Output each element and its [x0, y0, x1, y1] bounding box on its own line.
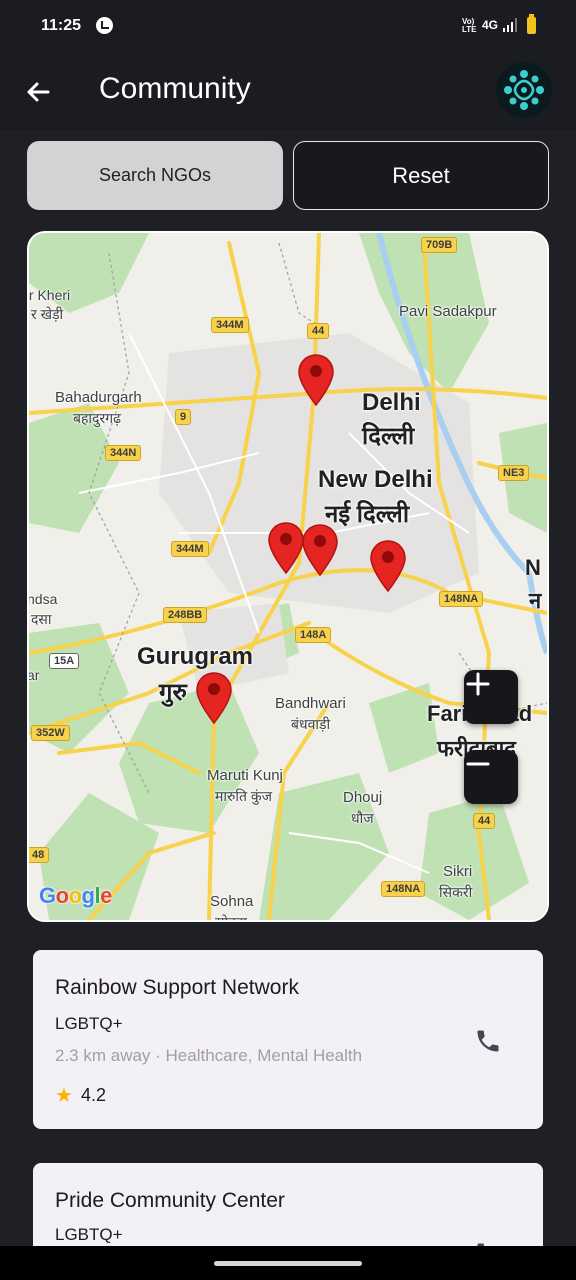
- call-button[interactable]: [471, 1024, 505, 1058]
- ngo-location-pin-icon[interactable]: [267, 521, 305, 575]
- home-gesture-handle[interactable]: [214, 1261, 362, 1266]
- map-label-sikri-en: Sikri: [443, 863, 473, 880]
- road-shield: 344N: [105, 445, 142, 461]
- google-logo: Google: [39, 883, 112, 908]
- map-label-kheri-hi: र खेड़ी: [31, 306, 64, 322]
- ngo-location-pin-icon[interactable]: [297, 353, 335, 407]
- ngo-location-pin-icon[interactable]: [301, 523, 339, 577]
- system-nav-bar: [0, 1246, 576, 1280]
- road-shield: 344M: [211, 317, 249, 333]
- map-label-marutikunj-en: Maruti Kunj: [207, 767, 283, 784]
- star-icon: ★: [55, 1085, 73, 1107]
- road-shield: 148NA: [439, 591, 484, 607]
- road-shield: 352W: [31, 725, 70, 741]
- ngo-category: LGBTQ+: [55, 1014, 123, 1033]
- ngo-category: LGBTQ+: [55, 1225, 123, 1244]
- road-shield: 44: [307, 323, 330, 339]
- map-label-sikri-hi: सिकरी: [439, 884, 473, 900]
- map-label-kheri-en: ır Kheri: [27, 287, 71, 303]
- map-label-bandhwari-hi: बंधवाड़ी: [291, 716, 331, 732]
- map-label-ndsa-en: ndsa: [27, 591, 58, 607]
- road-shield: 48: [29, 847, 50, 863]
- map-view[interactable]: ır Kheri र खेड़ी Pavi Sadakpur Bahadurga…: [27, 231, 549, 922]
- map-label-ndsa-hi: दसा: [31, 611, 52, 627]
- map-background: [29, 233, 547, 920]
- app-bar: Community: [0, 54, 576, 130]
- map-label-gurugram-en: Gurugram: [137, 643, 254, 670]
- search-ngos-button[interactable]: Search NGOs: [27, 141, 283, 210]
- signal-icon: [503, 18, 517, 32]
- notification-app-icon: [96, 17, 113, 34]
- map-label-dhouj-hi: धौज: [351, 810, 374, 826]
- map-label-sohna-en: Sohna: [210, 893, 254, 910]
- map-label-gurugram-hi: गुरु: [159, 679, 187, 706]
- map-label-n-en: N: [525, 555, 541, 580]
- content-area: Search NGOs Reset ır Kheri र खेड़ी Pavi …: [0, 130, 576, 1246]
- ngo-name: Pride Community Center: [55, 1189, 285, 1212]
- minus-icon: [466, 762, 490, 766]
- ngo-card[interactable]: Pride Community Center LGBTQ+: [33, 1163, 543, 1246]
- arrow-left-icon: [27, 82, 50, 102]
- zoom-out-button[interactable]: [464, 750, 518, 804]
- ngo-rating-value: 4.2: [80, 1085, 106, 1105]
- community-logo-icon[interactable]: [496, 62, 552, 118]
- map-label-marutikunj-hi: मारुति कुंज: [215, 788, 273, 804]
- back-button[interactable]: [20, 74, 56, 110]
- map-label-n-hi: न: [529, 588, 542, 613]
- phone-icon: [477, 1030, 499, 1052]
- reset-button[interactable]: Reset: [293, 141, 549, 210]
- road-shield: 9: [175, 409, 192, 425]
- map-label-delhi-hi: दिल्ली: [362, 423, 415, 450]
- zoom-in-button[interactable]: [464, 670, 518, 724]
- ngo-meta: 2.3 km away · Healthcare, Mental Health: [55, 1046, 363, 1065]
- map-label-newdelhi-en: New Delhi: [318, 466, 433, 493]
- map-label-pavi: Pavi Sadakpur: [399, 303, 497, 320]
- map-label-bandhwari-en: Bandhwari: [275, 695, 346, 712]
- map-label-delhi-en: Delhi: [362, 389, 421, 416]
- map-label-bahadurgarh-hi: बहादुरगढ़: [73, 410, 121, 426]
- call-button[interactable]: [471, 1237, 505, 1246]
- ngo-rating: ★ 4.2: [55, 1083, 106, 1108]
- road-shield: NE3: [498, 465, 530, 481]
- ngo-location-pin-icon[interactable]: [195, 671, 233, 725]
- ngo-name: Rainbow Support Network: [55, 976, 299, 999]
- plus-icon: [466, 672, 490, 696]
- road-shield: 15A: [49, 653, 80, 669]
- network-type: 4G: [482, 18, 499, 32]
- ngo-card[interactable]: Rainbow Support Network LGBTQ+ 2.3 km aw…: [33, 950, 543, 1129]
- page-title: Community: [99, 72, 251, 105]
- ngo-location-pin-icon[interactable]: [369, 539, 407, 593]
- battery-icon: [527, 14, 536, 34]
- map-label-dhouj-en: Dhouj: [343, 789, 383, 806]
- map-label-ar: ar: [27, 667, 40, 683]
- road-shield: 248BB: [163, 607, 208, 623]
- map-label-bahadurgarh-en: Bahadurgarh: [55, 389, 142, 406]
- road-shield: 344M: [171, 541, 209, 557]
- map-label-sohna-hi: सोहना: [215, 914, 247, 922]
- volte-indicator: Vo) LTE: [462, 17, 477, 34]
- road-shield: 148A: [295, 627, 332, 643]
- road-shield: 148NA: [381, 881, 426, 897]
- status-bar: 11:25 Vo) LTE 4G: [0, 0, 576, 54]
- status-time: 11:25: [41, 17, 82, 34]
- road-shield: 709B: [421, 237, 458, 253]
- road-shield: 44: [473, 813, 496, 829]
